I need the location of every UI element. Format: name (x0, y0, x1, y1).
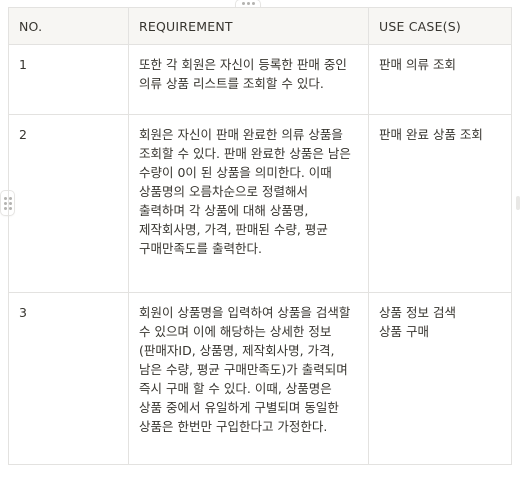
cell-use-cases[interactable]: 상품 정보 검색 상품 구매 (368, 292, 512, 465)
use-case-item: 판매 의류 조회 (379, 57, 456, 72)
cell-no[interactable]: 1 (8, 44, 129, 115)
cell-requirement[interactable]: 회원은 자신이 판매 완료한 의류 상품을 조회할 수 있다. 판매 완료한 상… (128, 114, 369, 293)
table-row: 3 회원이 상품명을 입력하여 상품을 검색할 수 있으며 이에 해당하는 상세… (8, 292, 512, 465)
use-case-item: 판매 완료 상품 조회 (379, 127, 483, 142)
table-header-row: NO. REQUIREMENT USE CASE(S) (8, 7, 512, 45)
cell-no[interactable]: 2 (8, 114, 129, 293)
cell-no[interactable]: 3 (8, 292, 129, 465)
requirement-text: 회원이 상품명을 입력하여 상품을 검색할 수 있으며 이에 해당하는 상세한 … (139, 305, 351, 434)
header-no[interactable]: NO. (8, 7, 129, 45)
requirements-table: NO. REQUIREMENT USE CASE(S) 1 또한 각 회원은 자… (8, 7, 512, 465)
cell-requirement[interactable]: 또한 각 회원은 자신이 등록한 판매 중인 의류 상품 리스트를 조회할 수 … (128, 44, 369, 115)
use-case-item: 상품 정보 검색 (379, 305, 456, 320)
table-row: 2 회원은 자신이 판매 완료한 의류 상품을 조회할 수 있다. 판매 완료한… (8, 114, 512, 293)
cell-requirement[interactable]: 회원이 상품명을 입력하여 상품을 검색할 수 있으며 이에 해당하는 상세한 … (128, 292, 369, 465)
table-row: 1 또한 각 회원은 자신이 등록한 판매 중인 의류 상품 리스트를 조회할 … (8, 44, 512, 115)
cell-use-cases[interactable]: 판매 완료 상품 조회 (368, 114, 512, 293)
header-requirement[interactable]: REQUIREMENT (128, 7, 369, 45)
requirement-text: 또한 각 회원은 자신이 등록한 판매 중인 의류 상품 리스트를 조회할 수 … (139, 57, 347, 91)
table-resize-handle[interactable] (516, 196, 520, 210)
header-use-cases[interactable]: USE CASE(S) (368, 7, 512, 45)
use-case-item: 상품 구매 (379, 324, 429, 339)
document-page: NO. REQUIREMENT USE CASE(S) 1 또한 각 회원은 자… (0, 0, 522, 483)
requirement-text: 회원은 자신이 판매 완료한 의류 상품을 조회할 수 있다. 판매 완료한 상… (139, 127, 351, 256)
cell-use-cases[interactable]: 판매 의류 조회 (368, 44, 512, 115)
